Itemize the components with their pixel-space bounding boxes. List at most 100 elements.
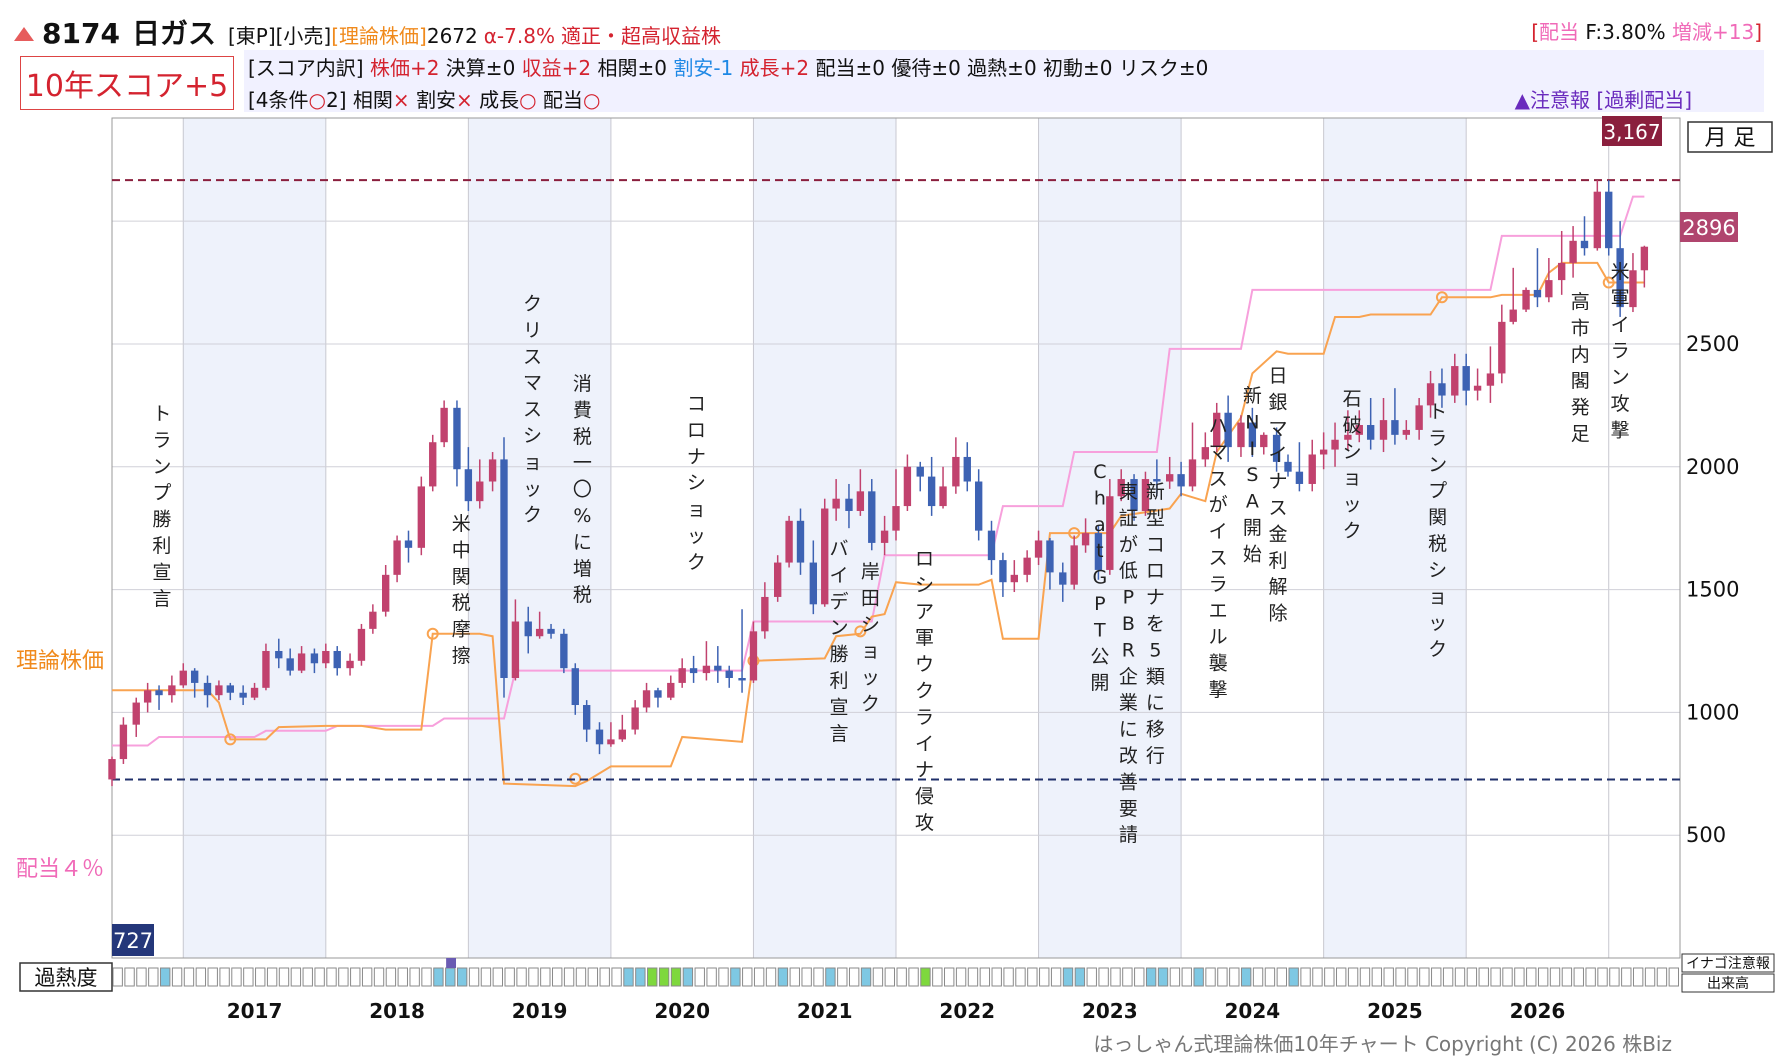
candle-body bbox=[952, 456, 960, 487]
heat-cell bbox=[706, 967, 717, 987]
heat-cell bbox=[421, 967, 432, 987]
candle-body bbox=[404, 540, 413, 548]
candle-body bbox=[1260, 434, 1268, 448]
candle-body bbox=[524, 621, 532, 637]
heat-cell bbox=[837, 967, 848, 987]
heat-cell bbox=[433, 967, 444, 987]
candle-body bbox=[369, 611, 377, 629]
candle-body bbox=[821, 508, 829, 605]
candle-body bbox=[631, 707, 639, 730]
candle-body bbox=[796, 520, 805, 563]
heat-cell bbox=[492, 967, 504, 987]
candle-body bbox=[168, 685, 176, 696]
heat-cell bbox=[1003, 967, 1014, 987]
candle-body bbox=[190, 670, 199, 683]
heat-cell bbox=[1312, 967, 1323, 987]
candle-body bbox=[880, 530, 889, 543]
candle-body bbox=[1473, 385, 1482, 391]
heat-cell bbox=[1169, 967, 1181, 987]
heat-cell bbox=[563, 967, 575, 987]
event-annotation: ロシア軍ウクライナ侵攻 bbox=[915, 548, 934, 834]
heat-cell bbox=[611, 967, 622, 987]
heat-cell bbox=[682, 967, 694, 987]
heat-cell bbox=[825, 967, 836, 987]
heat-cell bbox=[171, 967, 183, 987]
heat-cell bbox=[1134, 967, 1145, 987]
candle-body bbox=[1308, 454, 1316, 484]
heat-cell bbox=[967, 967, 979, 987]
heat-label: 過熱度 bbox=[35, 966, 98, 990]
candle-body bbox=[1545, 280, 1553, 298]
heat-cell bbox=[1181, 967, 1192, 987]
heat-cell bbox=[801, 967, 812, 987]
heat-cell bbox=[730, 967, 741, 987]
heat-cell bbox=[1644, 967, 1656, 987]
candle-body bbox=[1010, 574, 1018, 583]
candle-body bbox=[1237, 422, 1245, 448]
candle-body bbox=[939, 486, 947, 507]
heat-cell bbox=[765, 967, 777, 987]
heat-cell bbox=[1668, 967, 1680, 987]
heat-cell bbox=[1656, 967, 1668, 987]
candle-body bbox=[607, 739, 615, 745]
heat-cell bbox=[540, 967, 551, 987]
heat-cell bbox=[112, 967, 123, 987]
candle-body bbox=[1166, 474, 1174, 482]
candle-body bbox=[1558, 262, 1566, 281]
y-tick-label: 2500 bbox=[1686, 332, 1739, 356]
heat-cell bbox=[385, 967, 397, 987]
heat-cell bbox=[718, 967, 729, 987]
heat-cell bbox=[1371, 967, 1383, 987]
candle-body bbox=[1023, 557, 1031, 575]
heat-cell bbox=[278, 967, 290, 987]
heat-cell bbox=[1359, 967, 1371, 987]
year-band bbox=[183, 118, 326, 958]
candle-body bbox=[1451, 366, 1459, 396]
candle-body bbox=[667, 682, 675, 698]
heat-cell bbox=[183, 967, 195, 987]
candle-body bbox=[654, 690, 662, 698]
heat-cell bbox=[1537, 967, 1549, 987]
candle-body bbox=[1379, 420, 1388, 440]
heat-cell bbox=[552, 967, 563, 987]
candle-body bbox=[927, 476, 936, 507]
candle-body bbox=[215, 685, 223, 696]
heat-cell bbox=[1240, 967, 1252, 987]
heat-cell bbox=[1407, 967, 1418, 987]
heat-cell bbox=[1490, 967, 1501, 987]
heat-cell bbox=[575, 967, 587, 987]
heat-cell bbox=[1300, 967, 1311, 987]
candle-body bbox=[714, 665, 722, 671]
heat-cell bbox=[1145, 967, 1157, 987]
low-label: 727 bbox=[113, 929, 153, 953]
event-annotation: コロナショック bbox=[687, 393, 706, 573]
candle-body bbox=[1295, 471, 1304, 484]
candle-body bbox=[738, 678, 746, 681]
candle-body bbox=[595, 729, 604, 745]
event-annotation: トランプ勝利宣言 bbox=[152, 403, 171, 610]
heat-cell bbox=[1276, 967, 1288, 987]
heat-cell bbox=[1252, 967, 1264, 987]
heat-cell bbox=[813, 967, 824, 987]
x-tick-label: 2022 bbox=[939, 999, 995, 1023]
candle-body bbox=[963, 456, 971, 482]
candle-body bbox=[239, 692, 247, 698]
candle-body bbox=[1580, 240, 1589, 249]
candle-body bbox=[809, 562, 818, 605]
heat-cell bbox=[920, 967, 931, 987]
caution-label: イナゴ注意報 bbox=[1686, 955, 1770, 972]
heat-cell bbox=[1086, 967, 1097, 987]
copyright: はっしゃん式理論株価10年チャート Copyright (C) 2026 株Bi… bbox=[1093, 1032, 1672, 1056]
y-tick-label: 1000 bbox=[1686, 700, 1739, 724]
candle-body bbox=[286, 658, 294, 671]
candle-body bbox=[453, 407, 461, 470]
candle-body bbox=[1629, 270, 1637, 308]
candle-body bbox=[250, 687, 259, 698]
candle-body bbox=[916, 466, 924, 477]
x-tick-label: 2023 bbox=[1082, 999, 1138, 1023]
price-chart: 500 1000 1500 2000 2500 月 足 3,167 2896 727 理論株価配当… bbox=[16, 116, 1775, 1023]
heat-flag bbox=[446, 958, 457, 968]
x-tick-label: 2017 bbox=[227, 999, 283, 1023]
heat-cell bbox=[944, 967, 955, 987]
candle-body bbox=[1331, 439, 1339, 450]
